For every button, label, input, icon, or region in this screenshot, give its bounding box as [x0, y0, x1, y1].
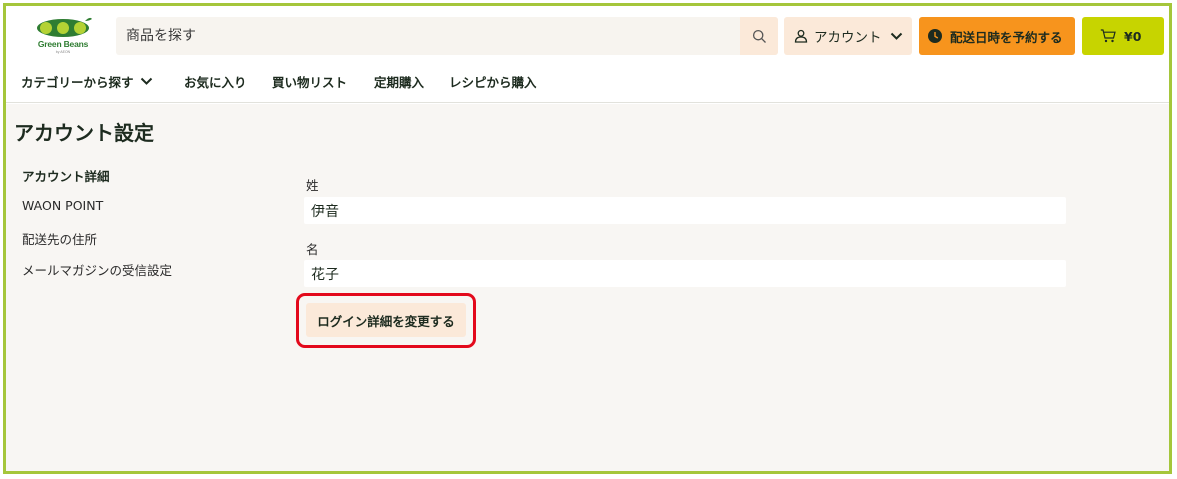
sidebar-item-waon-point[interactable]: WAON POINT [22, 198, 103, 213]
app-frame: Green Beans by AEON アカウント [3, 3, 1172, 474]
search-input[interactable] [116, 17, 740, 55]
logo-wordmark: Green Beans [37, 39, 89, 49]
sidebar-item-account-details[interactable]: アカウント詳細 [22, 166, 110, 185]
sidebar-item-shipping-address[interactable]: 配送先の住所 [22, 229, 97, 248]
nav-item-favorites[interactable]: お気に入り [184, 72, 247, 91]
account-label: アカウント [814, 30, 882, 46]
cart-icon [1100, 29, 1116, 43]
cart-button[interactable]: ¥0 [1082, 17, 1164, 55]
chevron-down-icon [140, 77, 152, 85]
nav-item-recipes[interactable]: レシピから購入 [449, 72, 537, 91]
cart-total: ¥0 [1124, 28, 1142, 44]
account-menu-button[interactable]: アカウント [784, 17, 912, 55]
nav-item-subscription[interactable]: 定期購入 [374, 72, 424, 91]
chevron-down-icon [890, 32, 902, 40]
site-header: Green Beans by AEON アカウント [6, 6, 1169, 103]
first-name-field[interactable]: 花子 [304, 260, 1066, 287]
nav-item-label: 定期購入 [374, 74, 425, 90]
reserve-label: 配送日時を予約する [950, 29, 1063, 45]
page-title: アカウント設定 [14, 121, 154, 145]
last-name-label: 姓 [306, 178, 319, 193]
search-icon [752, 29, 766, 43]
nav-item-label: レシピから購入 [449, 74, 537, 90]
beans-logo-icon [37, 17, 92, 37]
search-button[interactable] [740, 17, 778, 55]
clock-icon [928, 29, 942, 43]
first-name-label: 名 [306, 242, 319, 257]
nav-item-label: カテゴリーから探す [21, 74, 134, 90]
nav-item-categories[interactable]: カテゴリーから探す [21, 72, 153, 91]
account-settings-content: アカウント設定 アカウント詳細 WAON POINT 配送先の住所 メールマガジ… [6, 104, 1169, 471]
highlight-annotation [296, 293, 476, 348]
logo-subtext: by AEON [55, 50, 71, 54]
nav-item-label: お気に入り [184, 74, 247, 90]
site-logo[interactable]: Green Beans by AEON [32, 15, 94, 57]
sidebar-item-newsletter[interactable]: メールマガジンの受信設定 [22, 260, 172, 279]
nav-item-label: 買い物リスト [272, 74, 348, 90]
reserve-delivery-button[interactable]: 配送日時を予約する [919, 17, 1075, 55]
last-name-field[interactable]: 伊音 [304, 197, 1066, 224]
search-bar [116, 17, 778, 55]
nav-item-shopping-list[interactable]: 買い物リスト [272, 72, 347, 91]
user-icon [794, 29, 808, 43]
